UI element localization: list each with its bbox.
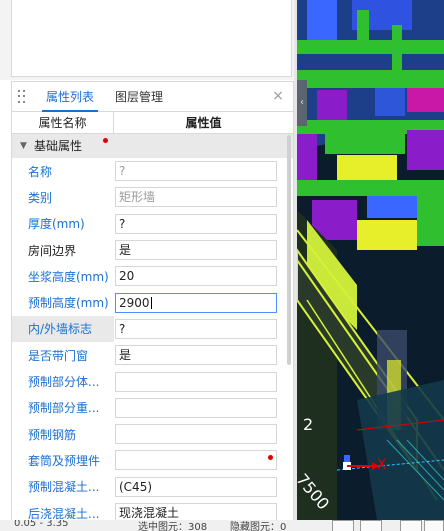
property-row-precast-concrete: 预制混凝土... (C45) bbox=[12, 474, 293, 500]
upper-panel-area bbox=[0, 0, 294, 80]
property-value-field[interactable] bbox=[115, 397, 277, 418]
property-row-precast-rebar: 预制钢筋 bbox=[12, 421, 293, 447]
property-value-field[interactable] bbox=[115, 450, 277, 471]
tab-property-list[interactable]: 属性列表 bbox=[42, 82, 99, 112]
group-title: 基础属性 bbox=[34, 139, 83, 153]
column-header-value: 属性值 bbox=[185, 116, 222, 130]
property-value-field[interactable]: 是 bbox=[115, 240, 277, 261]
group-basic-properties[interactable]: ▼ 基础属性 bbox=[12, 134, 293, 158]
status-selected-count: 选中图元：308 bbox=[138, 522, 208, 531]
property-value-field[interactable]: ? bbox=[115, 213, 277, 234]
property-value-field[interactable] bbox=[115, 424, 277, 445]
property-label: 内/外墙标志 bbox=[12, 315, 114, 343]
status-button-4[interactable] bbox=[424, 520, 444, 531]
property-label: 预制钢筋 bbox=[28, 427, 77, 442]
status-button-3[interactable] bbox=[400, 520, 422, 531]
3d-viewport[interactable]: 2 7500 X bbox=[297, 0, 444, 520]
property-row-precast-weight: 预制部分重... bbox=[12, 395, 293, 421]
property-row-sleeves: 套筒及预埋件 bbox=[12, 447, 293, 473]
tab-layer-management[interactable]: 图层管理 bbox=[115, 82, 163, 112]
property-value-field[interactable]: (C45) bbox=[115, 476, 277, 497]
property-label: 套筒及预埋件 bbox=[28, 453, 101, 468]
property-table-header: 属性名称 属性值 bbox=[12, 112, 293, 134]
property-row-room-boundary: 房间边界 是 bbox=[12, 237, 293, 263]
text-cursor bbox=[150, 297, 152, 310]
panel-scrollbar[interactable] bbox=[287, 135, 291, 365]
upper-panel bbox=[11, 0, 292, 77]
property-label: 类别 bbox=[28, 190, 53, 205]
property-label: 名称 bbox=[28, 164, 53, 179]
property-row-precast-volume: 预制部分体... bbox=[12, 368, 293, 394]
property-label: 后浇混凝土... bbox=[28, 506, 100, 521]
property-value-field[interactable]: ? bbox=[115, 161, 277, 182]
column-header-name: 属性名称 bbox=[12, 112, 114, 133]
property-row-thickness: 厚度(mm) ? bbox=[12, 211, 293, 237]
property-label: 预制部分重... bbox=[28, 401, 100, 416]
status-coordinates: 0.05 - 3.35 bbox=[14, 520, 69, 529]
drag-grip-icon[interactable] bbox=[18, 90, 26, 104]
status-button-1[interactable] bbox=[332, 520, 354, 531]
property-label: 预制部分体... bbox=[28, 375, 100, 390]
required-marker-dot bbox=[103, 138, 108, 143]
close-icon[interactable]: × bbox=[271, 88, 285, 104]
property-label: 是否带门窗 bbox=[28, 348, 89, 363]
status-hidden-count: 隐藏图元：0 bbox=[230, 522, 287, 531]
property-row-precast-height: 预制高度(mm) 2900 bbox=[12, 289, 293, 315]
status-button-2[interactable] bbox=[360, 520, 382, 531]
collapse-caret-icon[interactable]: ▼ bbox=[20, 134, 27, 158]
3d-model-render bbox=[297, 0, 444, 520]
viewport-number-label: 2 bbox=[303, 415, 314, 434]
property-value-field[interactable]: 矩形墙 bbox=[115, 187, 277, 208]
precast-height-input[interactable]: 2900 bbox=[115, 292, 277, 313]
property-row-wall-flag: 内/外墙标志 ? bbox=[12, 315, 293, 343]
x-axis-label: X bbox=[377, 457, 387, 473]
property-value-field[interactable]: ? bbox=[115, 318, 277, 339]
property-label: 坐浆高度(mm) bbox=[28, 269, 109, 284]
property-label: 预制混凝土... bbox=[28, 480, 100, 495]
property-row-has-openings: 是否带门窗 是 bbox=[12, 342, 293, 368]
property-value-field[interactable]: 20 bbox=[115, 266, 277, 287]
property-panel: 属性列表 图层管理 × 属性名称 属性值 ▼ 基础属性 名称 ? 类别 矩形墙 … bbox=[11, 81, 294, 531]
property-label: 预制高度(mm) bbox=[28, 296, 109, 311]
collapse-panel-chevron-icon[interactable]: ‹ bbox=[297, 80, 307, 126]
property-row-category: 类别 矩形墙 bbox=[12, 184, 293, 210]
property-value-field[interactable]: 是 bbox=[115, 345, 277, 366]
property-label: 房间边界 bbox=[28, 243, 77, 258]
property-row-name: 名称 ? bbox=[12, 158, 293, 184]
panel-tabbar: 属性列表 图层管理 × bbox=[12, 82, 293, 112]
status-bar: 0.05 - 3.35 选中图元：308 隐藏图元：0 bbox=[0, 520, 444, 531]
property-value-field[interactable] bbox=[115, 371, 277, 392]
property-row-grout-height: 坐浆高度(mm) 20 bbox=[12, 263, 293, 289]
property-label: 厚度(mm) bbox=[28, 217, 85, 232]
input-text: 2900 bbox=[119, 295, 150, 310]
